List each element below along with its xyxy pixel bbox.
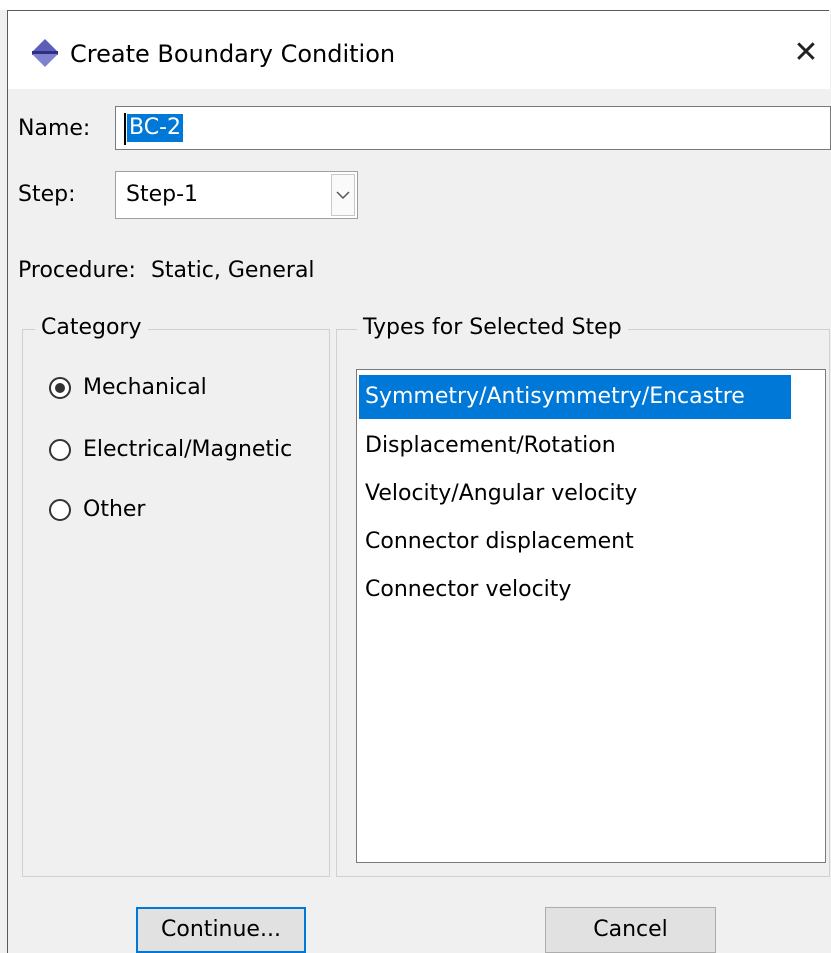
abaqus-bc-icon bbox=[32, 39, 58, 67]
list-item-connector-velocity[interactable]: Connector velocity bbox=[359, 568, 791, 612]
cancel-button[interactable]: Cancel bbox=[545, 907, 716, 953]
list-item-velocity-angular-velocity[interactable]: Velocity/Angular velocity bbox=[359, 472, 791, 516]
create-boundary-condition-dialog: Create Boundary Condition ✕ Name: BC-2 S… bbox=[7, 10, 831, 953]
types-title: Types for Selected Step bbox=[357, 314, 628, 342]
step-label: Step: bbox=[18, 182, 76, 207]
step-dropdown-button[interactable] bbox=[331, 174, 355, 216]
window-title: Create Boundary Condition bbox=[70, 40, 396, 68]
close-icon[interactable]: ✕ bbox=[782, 29, 830, 77]
category-group: Category Mechanical Electrical/Magnetic … bbox=[22, 314, 330, 877]
procedure-row: Procedure: Static, General bbox=[18, 257, 315, 285]
radio-mechanical-indicator bbox=[49, 377, 71, 399]
continue-button[interactable]: Continue... bbox=[136, 907, 306, 953]
step-select[interactable]: Step-1 bbox=[115, 171, 358, 219]
category-title: Category bbox=[35, 314, 148, 342]
step-value: Step-1 bbox=[126, 182, 199, 207]
name-value: BC-2 bbox=[127, 114, 184, 142]
chevron-down-icon bbox=[336, 191, 350, 200]
list-item-symmetry-antisymmetry-encastre[interactable]: Symmetry/Antisymmetry/Encastre bbox=[359, 375, 791, 419]
radio-electrical-magnetic-indicator bbox=[49, 439, 71, 461]
procedure-label: Procedure: bbox=[18, 258, 136, 283]
radio-selected-dot bbox=[55, 383, 65, 393]
desktop-strip bbox=[0, 0, 831, 10]
radio-other-label: Other bbox=[83, 497, 146, 522]
list-item-connector-displacement[interactable]: Connector displacement bbox=[359, 520, 791, 564]
list-item-displacement-rotation[interactable]: Displacement/Rotation bbox=[359, 424, 791, 468]
types-listbox[interactable]: Symmetry/Antisymmetry/Encastre Displacem… bbox=[356, 369, 826, 863]
text-cursor bbox=[124, 113, 126, 145]
name-label: Name: bbox=[18, 116, 91, 141]
radio-other-indicator bbox=[49, 499, 71, 521]
radio-electrical-magnetic-label: Electrical/Magnetic bbox=[83, 437, 293, 462]
name-input[interactable]: BC-2 bbox=[115, 106, 831, 150]
radio-mechanical-label: Mechanical bbox=[83, 375, 207, 400]
procedure-value: Static, General bbox=[150, 258, 315, 283]
title-bar[interactable]: Create Boundary Condition ✕ bbox=[8, 11, 830, 89]
